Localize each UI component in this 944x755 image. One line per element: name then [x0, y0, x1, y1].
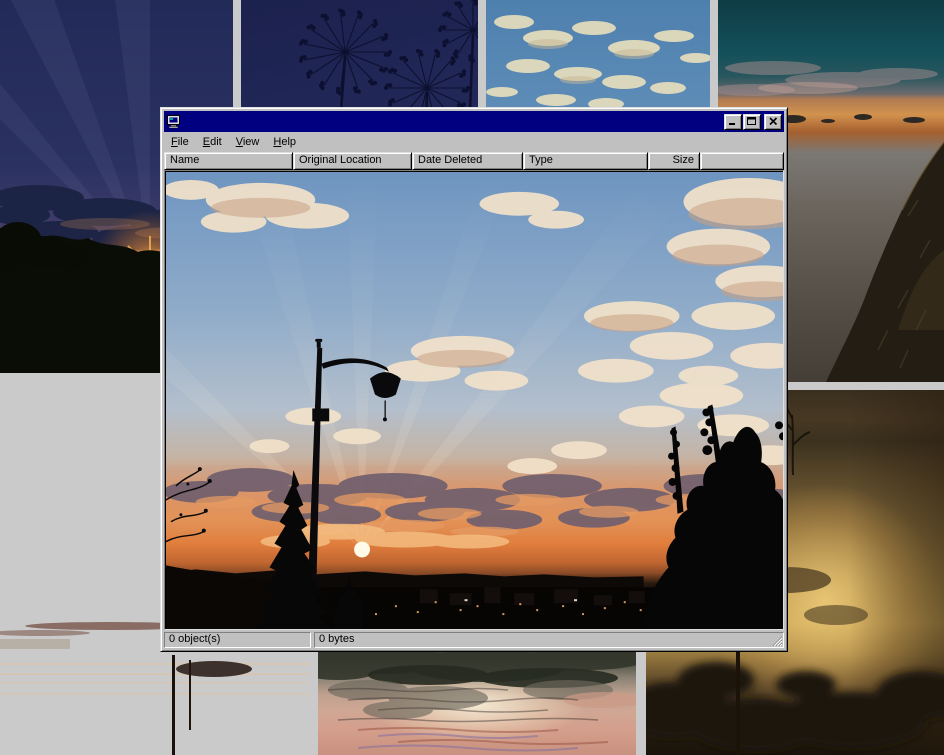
status-objects-panel: 0 object(s) — [164, 632, 311, 648]
column-header-type[interactable]: Type — [523, 152, 648, 170]
menu-file[interactable]: File — [164, 134, 196, 150]
file-list-area[interactable] — [164, 170, 784, 630]
maximize-icon — [747, 117, 757, 126]
close-button[interactable] — [764, 114, 782, 130]
column-header-size[interactable]: Size — [648, 152, 700, 170]
menubar: FileEditViewHelp — [164, 132, 784, 152]
column-header-date-deleted[interactable]: Date Deleted — [412, 152, 523, 170]
street-lamp-sunset-photo — [166, 172, 783, 629]
maximize-button[interactable] — [743, 114, 761, 130]
menu-view[interactable]: View — [229, 134, 267, 150]
column-header-filler[interactable] — [700, 152, 784, 170]
column-header-original-location[interactable]: Original Location — [293, 152, 412, 170]
minimize-button[interactable] — [724, 114, 742, 130]
menu-edit[interactable]: Edit — [196, 134, 229, 150]
menu-help[interactable]: Help — [266, 134, 303, 150]
status-bytes-panel: 0 bytes — [314, 632, 784, 648]
resize-grip[interactable] — [771, 635, 783, 647]
recycle-bin-window: FileEditViewHelp NameOriginal LocationDa… — [160, 107, 788, 652]
computer-icon — [166, 114, 182, 130]
titlebar[interactable] — [164, 111, 784, 132]
minimize-icon — [728, 117, 738, 126]
status-bytes-text: 0 bytes — [319, 633, 354, 645]
close-icon — [769, 117, 778, 126]
status-objects-text: 0 object(s) — [169, 633, 220, 645]
desktop: { "window": { "title": "", "icon": "comp… — [0, 0, 944, 755]
column-header-name[interactable]: Name — [164, 152, 293, 170]
column-header-row: NameOriginal LocationDate DeletedTypeSiz… — [164, 152, 784, 170]
statusbar: 0 object(s) 0 bytes — [164, 632, 784, 648]
